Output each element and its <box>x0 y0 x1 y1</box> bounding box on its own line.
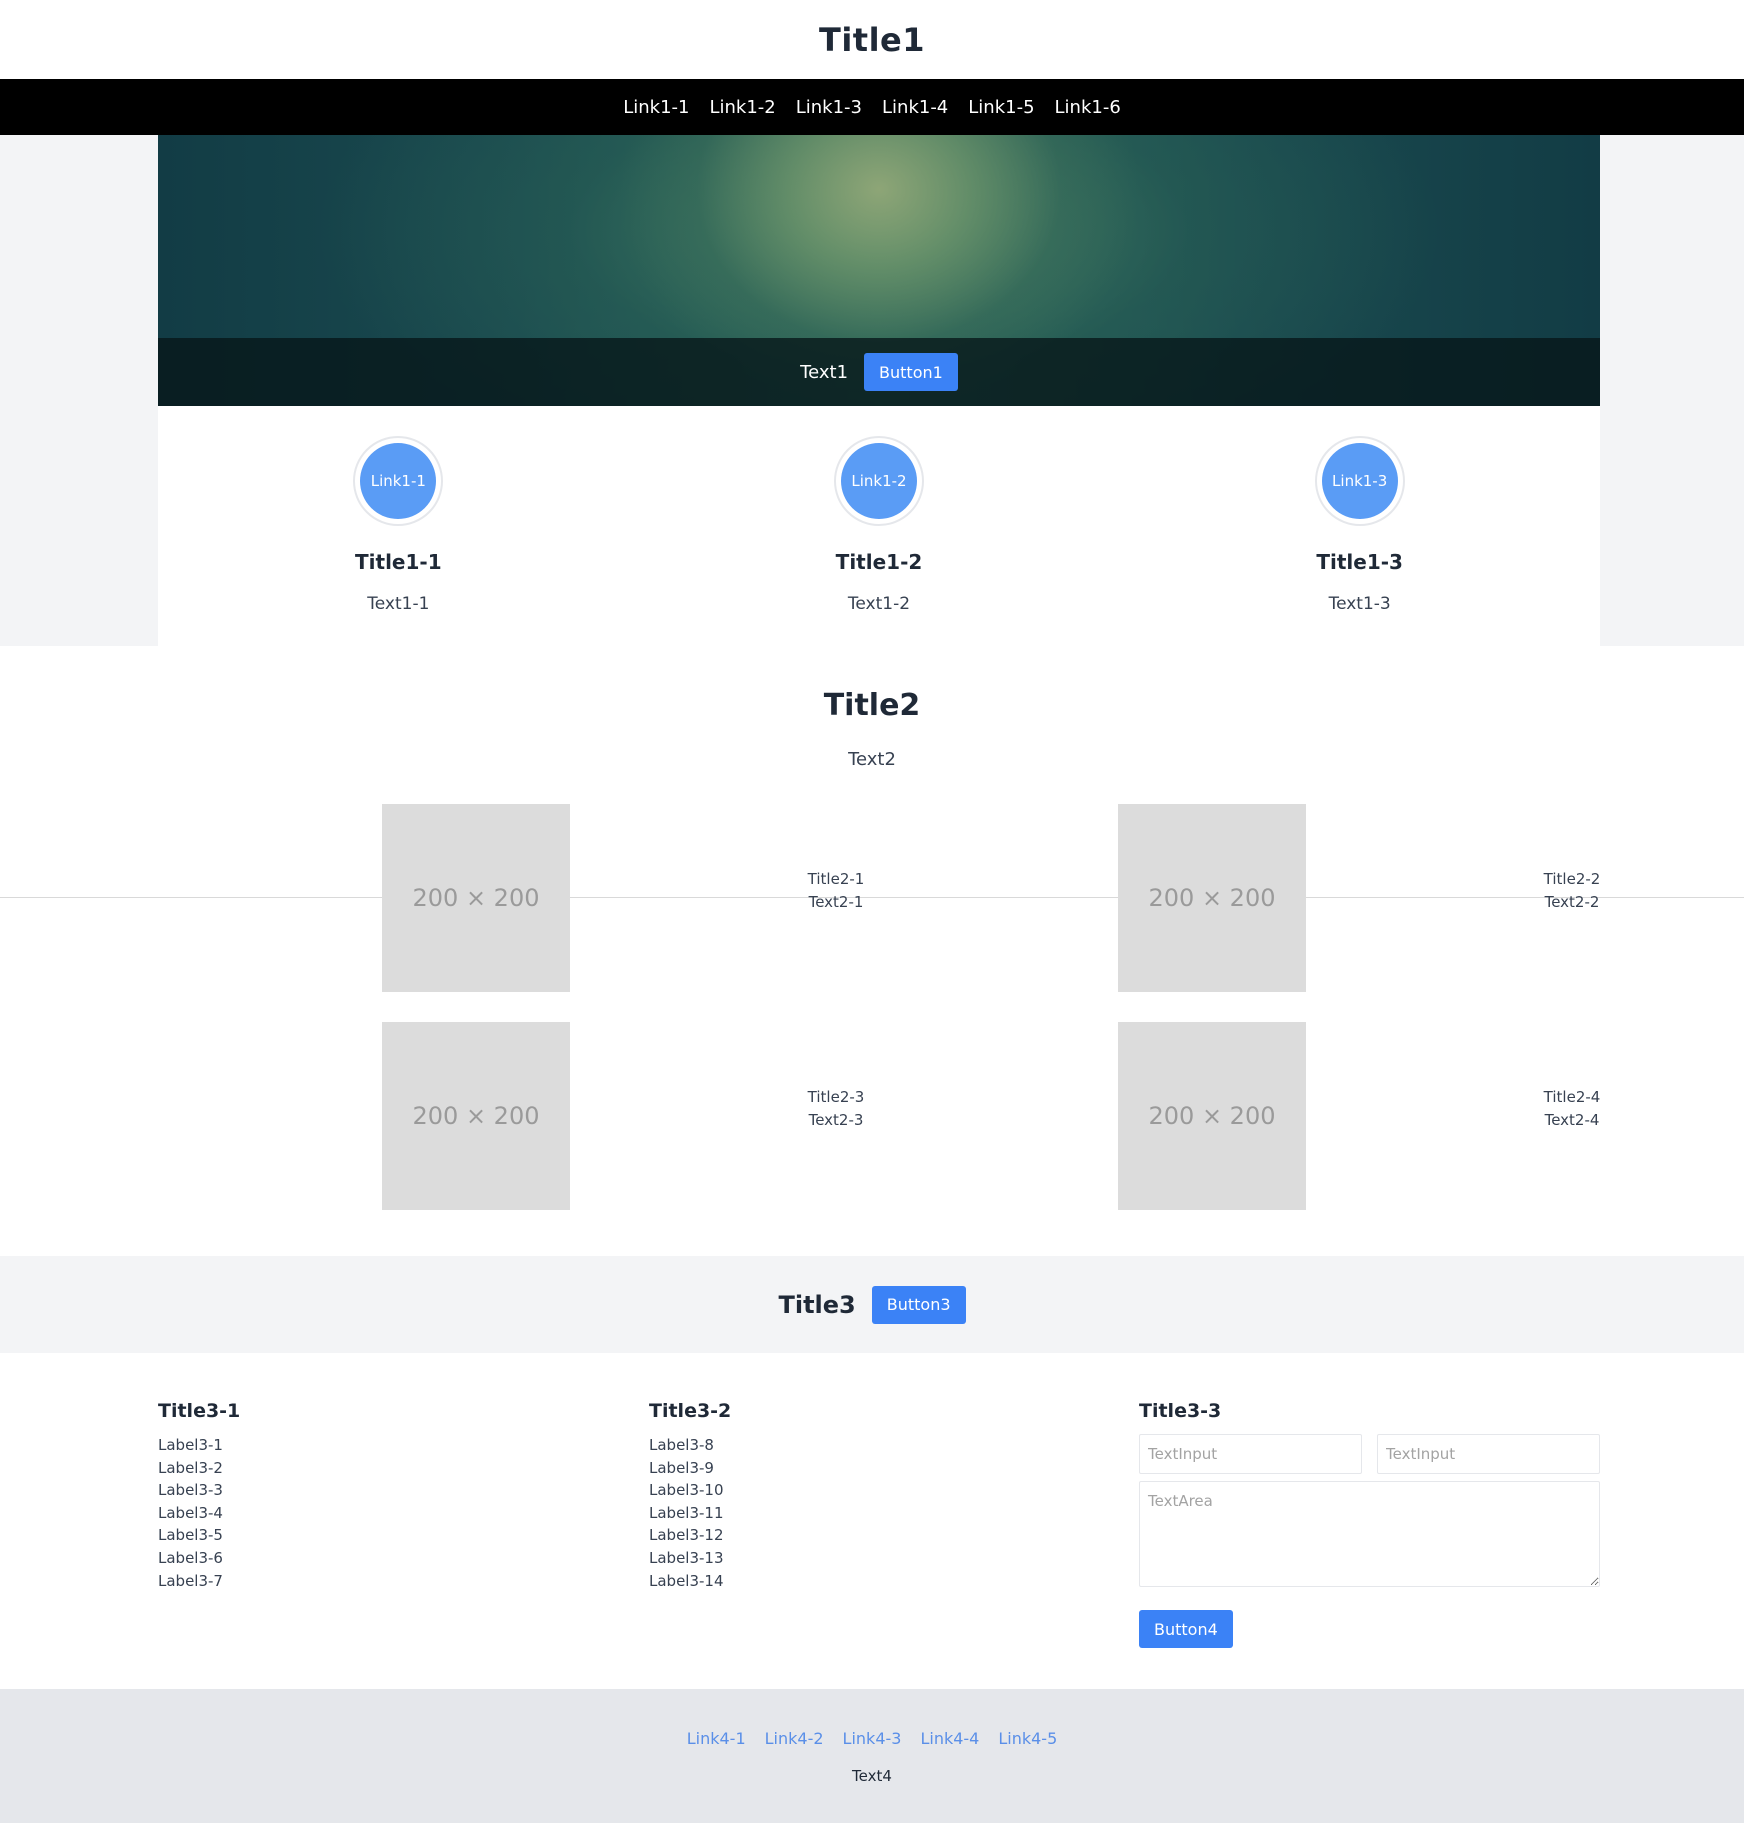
label-list: Label3-1 Label3-2 Label3-3 Label3-4 Labe… <box>158 1434 240 1592</box>
feature-link-3[interactable]: Link1-3 <box>1321 443 1398 519</box>
nav-link-1[interactable]: Link1-1 <box>623 97 689 118</box>
top-nav: Link1-1 Link1-2 Link1-3 Link1-4 Link1-5 … <box>0 79 1744 135</box>
gallery-section: Title2 Text2 200 × 200 Title2-1 Text2-1 … <box>0 646 1744 1256</box>
contact-form: Title3-3 Button4 <box>1139 1400 1600 1648</box>
nav-link-4[interactable]: Link1-4 <box>882 97 948 118</box>
gallery-caption: Title2-3 Text2-3 <box>796 1086 876 1132</box>
gallery-item-title: Title2-4 <box>1543 1088 1601 1106</box>
feature-item: Link1-1 Title1-1 Text1-1 <box>158 436 639 614</box>
list-item: Label3-11 <box>649 1503 724 1522</box>
cta-button[interactable]: Button3 <box>871 1285 966 1324</box>
site-title: Title1 <box>818 20 926 59</box>
list-item: Label3-6 <box>158 1548 223 1567</box>
feature-circle: Link1-1 <box>353 436 444 526</box>
section-title: Title3 <box>778 1290 856 1319</box>
section-subtitle: Text2 <box>848 749 896 770</box>
hero-banner: Text1 Button1 <box>158 135 1600 406</box>
feature-circle: Link1-2 <box>833 436 924 526</box>
form-title: Title3-3 <box>1139 1400 1222 1422</box>
list-item: Label3-3 <box>158 1481 223 1500</box>
image-placeholder: 200 × 200 <box>1118 804 1306 992</box>
label-list: Label3-8 Label3-9 Label3-10 Label3-11 La… <box>649 1434 731 1592</box>
list-item: Label3-1 <box>158 1436 223 1454</box>
nav-link-5[interactable]: Link1-5 <box>968 97 1034 118</box>
gallery-item-title: Title2-2 <box>1543 870 1601 888</box>
footer-link-2[interactable]: Link4-2 <box>765 1729 824 1748</box>
gallery-item-title: Title2-1 <box>807 870 865 888</box>
feature-circle: Link1-3 <box>1314 436 1405 526</box>
list-item: Label3-14 <box>649 1571 724 1590</box>
footer-link-1[interactable]: Link4-1 <box>687 1729 746 1748</box>
feature-link-1[interactable]: Link1-1 <box>360 443 437 519</box>
feature-item: Link1-3 Title1-3 Text1-3 <box>1119 436 1600 614</box>
hero-caption-bar: Text1 Button1 <box>158 338 1600 406</box>
input-row <box>1139 1434 1600 1474</box>
gallery-item-text: Text2-4 <box>1544 1111 1600 1129</box>
nav-link-2[interactable]: Link1-2 <box>709 97 775 118</box>
column-title: Title3-2 <box>649 1400 732 1422</box>
submit-button[interactable]: Button4 <box>1139 1610 1233 1648</box>
feature-text: Text1-1 <box>367 594 430 614</box>
gallery-caption: Title2-1 Text2-1 <box>796 868 876 914</box>
nav-link-3[interactable]: Link1-3 <box>796 97 862 118</box>
gallery-item-text: Text2-2 <box>1544 893 1600 911</box>
hero-panel: Text1 Button1 Link1-1 Title1-1 Text1-1 L… <box>158 135 1600 646</box>
feature-row: Link1-1 Title1-1 Text1-1 Link1-2 Title1-… <box>158 406 1600 614</box>
image-placeholder: 200 × 200 <box>382 804 570 992</box>
footer-text: Text4 <box>852 1767 892 1785</box>
footer-links: Link4-1 Link4-2 Link4-3 Link4-4 Link4-5 <box>0 1729 1744 1748</box>
cta-band: Title3 Button3 <box>0 1256 1744 1353</box>
list-item: Label3-4 <box>158 1503 223 1522</box>
column-title: Title3-1 <box>158 1400 241 1422</box>
gallery-item-title: Title2-3 <box>807 1088 865 1106</box>
label-column-2: Title3-2 Label3-8 Label3-9 Label3-10 Lab… <box>649 1400 731 1592</box>
info-section: Title3-1 Label3-1 Label3-2 Label3-3 Labe… <box>0 1353 1744 1689</box>
feature-title: Title1-2 <box>835 550 923 574</box>
image-placeholder: 200 × 200 <box>1118 1022 1306 1210</box>
hero-section: Text1 Button1 Link1-1 Title1-1 Text1-1 L… <box>0 135 1744 646</box>
hero-text: Text1 <box>800 361 849 383</box>
feature-text: Text1-2 <box>847 594 911 614</box>
list-item: Label3-8 <box>649 1436 714 1454</box>
list-item: Label3-7 <box>158 1571 223 1590</box>
feature-title: Title1-1 <box>355 550 442 574</box>
feature-text: Text1-3 <box>1328 594 1391 614</box>
text-input-2[interactable] <box>1377 1434 1600 1474</box>
gallery-caption: Title2-4 Text2-4 <box>1532 1086 1612 1132</box>
nav-link-6[interactable]: Link1-6 <box>1055 97 1121 118</box>
list-item: Label3-13 <box>649 1548 724 1567</box>
feature-item: Link1-2 Title1-2 Text1-2 <box>639 436 1120 614</box>
list-item: Label3-2 <box>158 1458 223 1477</box>
list-item: Label3-10 <box>649 1481 724 1500</box>
footer-link-3[interactable]: Link4-3 <box>843 1729 902 1748</box>
footer-link-4[interactable]: Link4-4 <box>920 1729 979 1748</box>
feature-title: Title1-3 <box>1316 550 1403 574</box>
message-textarea[interactable] <box>1139 1481 1600 1587</box>
label-column-1: Title3-1 Label3-1 Label3-2 Label3-3 Labe… <box>158 1400 240 1592</box>
site-header: Title1 Link1-1 Link1-2 Link1-3 Link1-4 L… <box>0 0 1744 135</box>
list-item: Label3-12 <box>649 1526 724 1545</box>
gallery-item-text: Text2-1 <box>808 893 864 911</box>
gallery-item-text: Text2-3 <box>808 1111 864 1129</box>
image-placeholder: 200 × 200 <box>382 1022 570 1210</box>
gallery-caption: Title2-2 Text2-2 <box>1532 868 1612 914</box>
list-item: Label3-9 <box>649 1458 714 1477</box>
hero-button[interactable]: Button1 <box>864 353 958 391</box>
footer-link-5[interactable]: Link4-5 <box>998 1729 1057 1748</box>
site-footer: Link4-1 Link4-2 Link4-3 Link4-4 Link4-5 … <box>0 1689 1744 1823</box>
feature-link-2[interactable]: Link1-2 <box>840 443 917 519</box>
text-input-1[interactable] <box>1139 1434 1362 1474</box>
list-item: Label3-5 <box>158 1526 223 1545</box>
section-title: Title2 <box>823 688 921 723</box>
